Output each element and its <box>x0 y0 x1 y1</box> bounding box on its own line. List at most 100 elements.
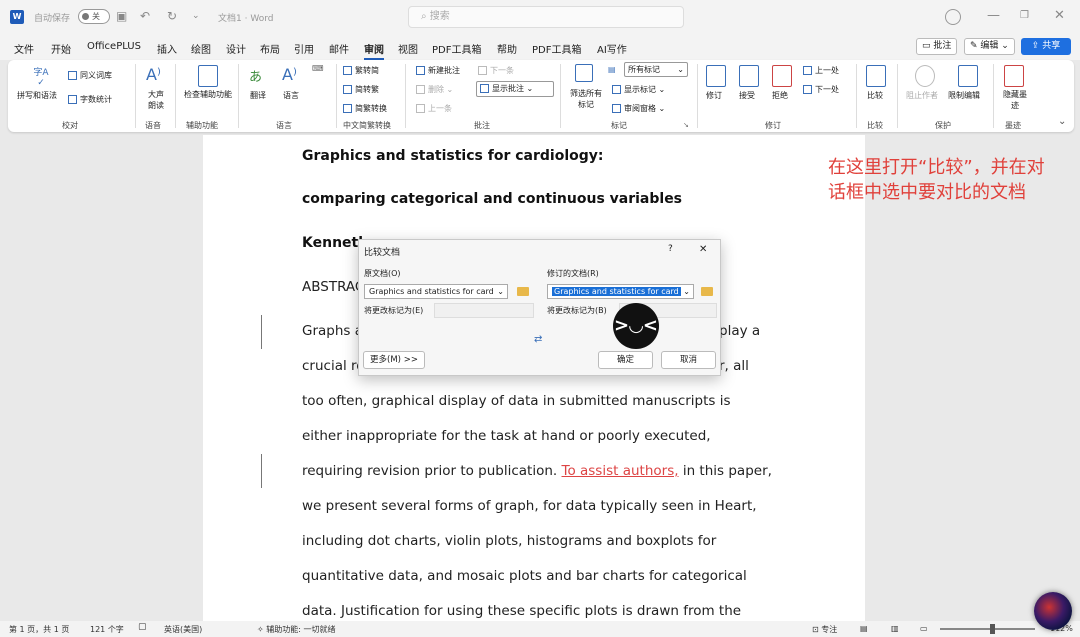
doc-line-4[interactable]: either inappropriate for the task at han… <box>302 428 711 444</box>
open-original-folder-icon[interactable] <box>517 287 529 296</box>
zoom-slider-track[interactable] <box>940 628 1035 630</box>
save-icon[interactable]: ▣ <box>116 9 127 23</box>
doc-line-1-tail[interactable]: play a <box>719 323 760 339</box>
tab-references[interactable]: 引用 <box>294 41 314 56</box>
open-revised-folder-icon[interactable] <box>701 287 713 296</box>
doc-line-9[interactable]: data. Justification for using these spec… <box>302 603 741 619</box>
tab-insert[interactable]: 插入 <box>157 41 177 56</box>
comments-button[interactable]: ▭ 批注 <box>916 38 958 55</box>
tab-home[interactable]: 开始 <box>51 41 71 56</box>
web-layout-icon[interactable]: ▭ <box>920 624 928 633</box>
accept-button[interactable]: 接受 <box>739 90 755 101</box>
focus-mode-button[interactable]: ⊡ 专注 <box>812 624 837 635</box>
translate-button[interactable]: 翻译 <box>250 90 266 101</box>
revised-document-select[interactable]: Graphics and statistics for card ⌄ <box>547 284 694 299</box>
dialog-close-icon[interactable]: ✕ <box>699 244 707 255</box>
doc-title-line-2[interactable]: comparing categorical and continuous var… <box>302 191 682 207</box>
customize-qat-icon[interactable]: ⌄ <box>192 11 200 21</box>
account-avatar-icon[interactable] <box>945 9 961 25</box>
spelling-grammar-button[interactable]: 拼写和语法 <box>17 90 57 101</box>
autosave-toggle[interactable]: 关 <box>78 9 110 24</box>
word-count-button[interactable]: 字数统计 <box>68 94 112 105</box>
tab-layout[interactable]: 布局 <box>260 41 280 56</box>
share-button[interactable]: ⇪ 共享 <box>1021 38 1071 55</box>
check-accessibility-button[interactable]: 检查辅助功能 <box>184 89 232 100</box>
tab-help[interactable]: 帮助 <box>497 41 517 56</box>
doc-abstract-heading[interactable]: ABSTRAC <box>302 279 364 295</box>
tab-file[interactable]: 文件 <box>14 41 34 56</box>
prev-comment-button[interactable]: 上一条 <box>416 103 452 114</box>
more-button[interactable]: 更多(M) >> <box>363 351 425 369</box>
tab-view[interactable]: 视图 <box>398 41 418 56</box>
block-authors-button[interactable]: 阻止作者 <box>906 90 938 101</box>
page-count[interactable]: 第 1 页，共 1 页 <box>9 624 69 635</box>
restore-icon[interactable]: ❐ <box>1020 10 1029 21</box>
filter-all-markup-button[interactable]: 筛选所有标记 <box>567 88 605 110</box>
accessibility-status[interactable]: ✧ 辅助功能: 一切就绪 <box>257 624 336 635</box>
previous-change-button[interactable]: 上一处 <box>803 65 839 76</box>
doc-line-5[interactable]: requiring revision prior to publication.… <box>302 463 772 479</box>
cancel-button[interactable]: 取消 <box>661 351 716 369</box>
track-changes-button[interactable]: 修订 <box>706 90 722 101</box>
tab-design[interactable]: 设计 <box>226 41 246 56</box>
undo-icon[interactable]: ↶ <box>140 9 150 23</box>
doc-line-8[interactable]: quantitative data, and mosaic plots and … <box>302 568 747 584</box>
new-comment-button[interactable]: 新建批注 <box>416 65 460 76</box>
help-icon[interactable]: ? <box>668 244 673 254</box>
redo-icon[interactable]: ↻ <box>167 9 177 23</box>
tracked-change[interactable]: To assist authors, <box>562 463 679 479</box>
print-layout-icon[interactable]: ▥ <box>891 624 899 633</box>
next-change-button[interactable]: 下一处 <box>803 84 839 95</box>
language-button[interactable]: 语言 <box>283 90 299 101</box>
reject-button[interactable]: 拒绝 <box>772 90 788 101</box>
next-comment-button[interactable]: 下一条 <box>478 65 514 76</box>
block-authors-icon <box>915 65 935 87</box>
restrict-editing-button[interactable]: 限制编辑 <box>948 90 980 101</box>
collapse-ribbon-icon[interactable]: ⌄ <box>1058 116 1066 127</box>
editing-mode-button[interactable]: ✎ 编辑 ⌄ <box>964 38 1015 55</box>
simp-to-trad-button[interactable]: 简转繁 <box>343 84 379 95</box>
tab-mailings[interactable]: 邮件 <box>329 41 349 56</box>
tab-pdf-toolbox-2[interactable]: PDF工具箱 <box>532 41 581 56</box>
search-box[interactable]: ⌕ 搜索 <box>408 6 684 28</box>
original-document-select[interactable]: Graphics and statistics for card ⌄ <box>364 284 508 299</box>
reviewing-pane-button[interactable]: 审阅窗格 ⌄ <box>612 103 665 114</box>
tab-officeplus[interactable]: OfficePLUS <box>87 41 141 52</box>
tab-pdf-toolbox[interactable]: PDF工具箱 <box>432 41 481 56</box>
word-count[interactable]: 121 个字 <box>90 624 124 635</box>
show-markup-button[interactable]: 显示标记 ⌄ <box>612 84 665 95</box>
tab-draw[interactable]: 绘图 <box>191 41 211 56</box>
language-status[interactable]: 英语(美国) <box>164 624 202 635</box>
thesaurus-button[interactable]: 同义词库 <box>68 70 112 81</box>
ok-button[interactable]: 确定 <box>598 351 653 369</box>
doc-line-2-tail[interactable]: r, all <box>719 358 749 374</box>
show-comments-button[interactable]: 显示批注 ⌄ <box>476 81 554 97</box>
read-mode-icon[interactable]: ▤ <box>860 624 868 633</box>
doc-title-line-1[interactable]: Graphics and statistics for cardiology: <box>302 148 603 164</box>
trad-to-simp-button[interactable]: 繁转简 <box>343 65 379 76</box>
delete-comment-button[interactable]: 删除 ⌄ <box>416 84 453 95</box>
convert-button[interactable]: 简繁转换 <box>343 103 387 114</box>
doc-line-7[interactable]: including dot charts, violin plots, hist… <box>302 533 716 549</box>
proofing-status-icon[interactable]: ▢ <box>138 622 147 632</box>
doc-line-1[interactable]: Graphs a <box>302 323 363 339</box>
keyboard-icon[interactable]: ⌨ <box>312 64 324 73</box>
dialog-title: 比较文档 <box>364 248 401 258</box>
dialog-launcher-icon[interactable]: ↘ <box>683 121 689 129</box>
document-page[interactable] <box>203 135 865 627</box>
markup-dropdown[interactable]: 所有标记 ⌄ <box>624 62 688 77</box>
doc-line-6[interactable]: we present several forms of graph, for d… <box>302 498 757 514</box>
assistant-orb-icon[interactable] <box>1034 592 1072 630</box>
original-author-input[interactable] <box>434 303 534 318</box>
zoom-slider-thumb[interactable] <box>990 624 995 634</box>
swap-documents-icon[interactable]: ⇄ <box>534 334 542 345</box>
hide-ink-button[interactable]: 隐藏墨迹 <box>1002 89 1028 111</box>
doc-line-2[interactable]: crucial ro <box>302 358 365 374</box>
minimize-icon[interactable]: — <box>987 8 1000 23</box>
compare-button[interactable]: 比较 <box>867 90 883 101</box>
doc-line-3[interactable]: too often, graphical display of data in … <box>302 393 731 409</box>
tab-review[interactable]: 审阅 <box>364 41 384 60</box>
close-window-icon[interactable]: ✕ <box>1054 8 1065 23</box>
read-aloud-button[interactable]: 大声朗读 <box>146 89 166 111</box>
tab-ai-writing[interactable]: AI写作 <box>597 41 627 56</box>
